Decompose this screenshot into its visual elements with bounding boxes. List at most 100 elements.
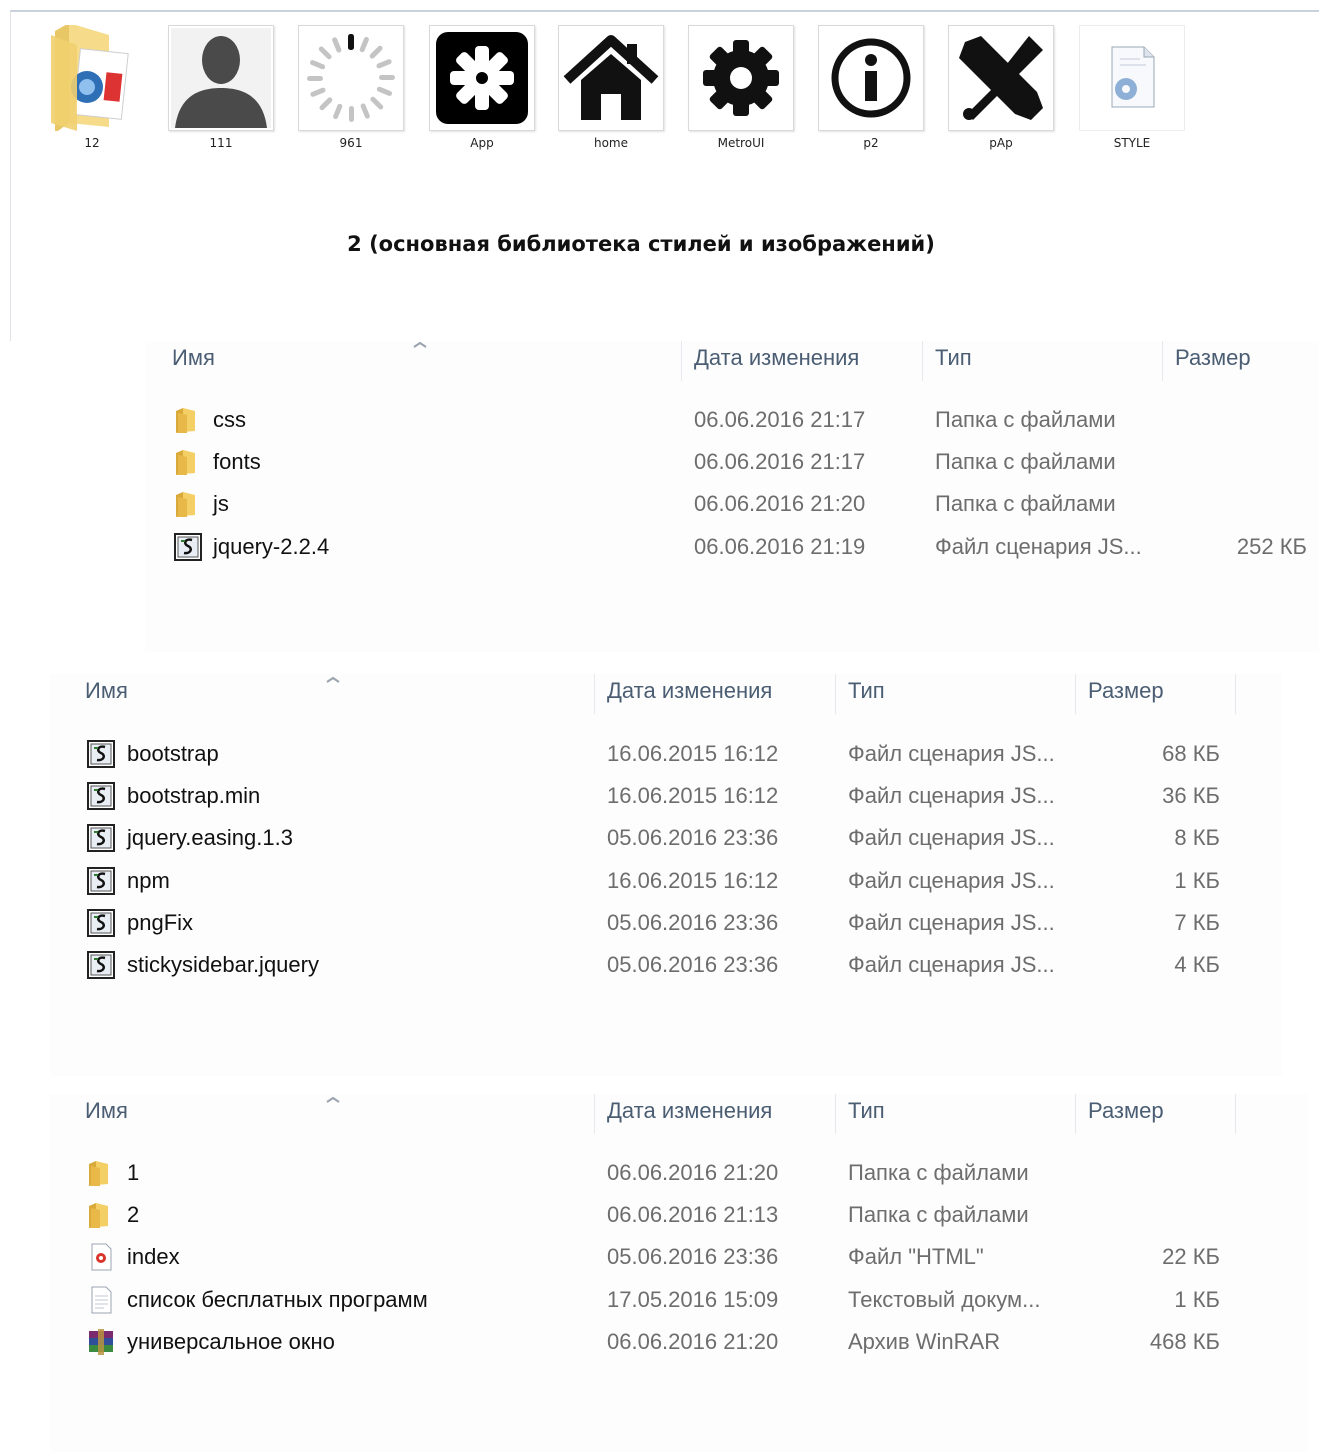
spinner-tick xyxy=(349,106,354,122)
file-date: 06.06.2016 21:20 xyxy=(607,1160,779,1185)
column-type[interactable]: Тип xyxy=(935,345,972,371)
column-divider[interactable] xyxy=(681,341,682,381)
tile-12[interactable]: 12 xyxy=(37,25,147,150)
file-date: 05.06.2016 23:36 xyxy=(607,909,779,935)
column-size[interactable]: Размер xyxy=(1088,678,1164,704)
file-date: 06.06.2016 21:20 xyxy=(694,491,866,517)
file-row[interactable]: fonts 06.06.2016 21:17 Папка с файлами xyxy=(145,443,1319,485)
script-file-icon xyxy=(173,532,203,562)
folder-image-icon xyxy=(39,25,145,131)
file-row[interactable]: jquery.easing.1.3 05.06.2016 23:36 Файл сц… xyxy=(50,819,1282,861)
file-row[interactable]: bootstrap.min 16.06.2015 16:12 Файл сценар… xyxy=(50,777,1282,819)
file-size: 252 КБ xyxy=(1236,533,1307,559)
column-divider[interactable] xyxy=(835,1094,836,1134)
file-name: jquery.easing.1.3 xyxy=(127,825,293,851)
file-type: Файл сценария JS... xyxy=(848,867,1055,893)
file-size: 22 КБ xyxy=(1162,1244,1220,1270)
file-date: 06.06.2016 21:13 xyxy=(607,1202,779,1228)
settings-file-icon xyxy=(1079,25,1185,131)
tile-metroui[interactable]: MetroUI xyxy=(686,25,796,150)
file-row[interactable]: список бесплатных программ 17.05.2016 15:… xyxy=(50,1281,1308,1323)
column-divider[interactable] xyxy=(835,674,836,714)
column-name[interactable]: Имя xyxy=(172,345,215,371)
column-size[interactable]: Размер xyxy=(1175,345,1251,371)
column-header: Имя Дата изменения Тип Размер xyxy=(50,1094,1308,1154)
file-date: 05.06.2016 23:36 xyxy=(607,952,779,977)
file-row[interactable]: jquery-2.2.4 06.06.2016 21:19 Файл сценари… xyxy=(145,528,1319,570)
file-row[interactable]: bootstrap 16.06.2015 16:12 Файл сценария J… xyxy=(50,735,1282,777)
file-row[interactable]: js 06.06.2016 21:20 Папка с файлами xyxy=(145,485,1319,527)
script-file-icon xyxy=(86,866,116,896)
column-divider[interactable] xyxy=(1075,1094,1076,1134)
tile-home[interactable]: home xyxy=(556,25,666,150)
column-divider[interactable] xyxy=(594,1094,595,1134)
file-list-panel: Имя Дата изменения Тип Размер 1 06.06.201… xyxy=(50,1094,1308,1452)
spinner-tick xyxy=(333,103,343,120)
file-type: Файл сценария JS... xyxy=(848,825,1055,851)
column-header: Имя Дата изменения Тип Размер xyxy=(145,341,1319,401)
user-silhouette-icon xyxy=(168,25,274,131)
file-row[interactable]: css 06.06.2016 21:17 Папка с файлами xyxy=(145,401,1319,443)
file-type: Файл "HTML" xyxy=(848,1244,984,1270)
column-divider[interactable] xyxy=(594,674,595,714)
home-icon xyxy=(558,25,664,131)
spinner-tick xyxy=(307,76,323,81)
tile-label: 961 xyxy=(339,136,363,150)
folder-icon xyxy=(173,447,203,477)
tools-icon xyxy=(948,25,1054,131)
file-date: 16.06.2015 16:12 xyxy=(607,867,779,893)
file-row[interactable]: stickysidebar.jquery 05.06.2016 23:36 Файл… xyxy=(50,946,1282,988)
column-name[interactable]: Имя xyxy=(85,678,128,704)
file-date: 16.06.2015 16:12 xyxy=(607,783,779,809)
info-icon xyxy=(818,25,924,131)
folder-icon xyxy=(173,405,203,435)
spinner-tick xyxy=(376,86,393,96)
tile-app[interactable]: App xyxy=(427,25,537,150)
column-type[interactable]: Тип xyxy=(848,1098,885,1124)
tile-label: 12 xyxy=(84,136,100,150)
column-divider[interactable] xyxy=(1162,341,1163,381)
script-file-icon xyxy=(86,950,116,980)
column-date[interactable]: Дата изменения xyxy=(694,345,859,371)
column-divider[interactable] xyxy=(1235,1094,1236,1134)
script-file-icon xyxy=(86,823,116,853)
spinner-tick xyxy=(360,103,370,119)
file-row[interactable]: index 05.06.2016 23:36 Файл "HTML" 22 КБ xyxy=(50,1238,1308,1280)
file-type: Папка с файлами xyxy=(848,1202,1029,1228)
file-date: 06.06.2016 21:20 xyxy=(607,1328,779,1354)
spinner-tick xyxy=(369,45,383,59)
file-date: 06.06.2016 21:17 xyxy=(694,407,866,432)
column-date[interactable]: Дата изменения xyxy=(607,678,772,704)
file-name: index xyxy=(127,1244,180,1270)
file-row[interactable]: 2 06.06.2016 21:13 Папка с файлами xyxy=(50,1196,1308,1238)
file-type: Папка с файлами xyxy=(848,1160,1029,1185)
tile-style[interactable]: STYLE xyxy=(1077,25,1187,150)
file-row[interactable]: 1 06.06.2016 21:20 Папка с файлами xyxy=(50,1154,1308,1196)
file-name: 1 xyxy=(127,1160,140,1185)
loading-spinner-icon xyxy=(298,25,404,131)
file-name: fonts xyxy=(213,449,261,475)
file-row[interactable]: npm 16.06.2015 16:12 Файл сценария JS... 1 … xyxy=(50,862,1282,904)
column-date[interactable]: Дата изменения xyxy=(607,1098,772,1124)
column-divider[interactable] xyxy=(922,341,923,381)
file-size: 8 КБ xyxy=(1174,825,1220,851)
file-name: bootstrap xyxy=(127,741,219,766)
tile-pap[interactable]: pAp xyxy=(946,25,1056,150)
library-title: 2 (основная библиотека стилей и изображе… xyxy=(347,232,935,256)
tile-111[interactable]: 111 xyxy=(166,25,276,150)
tile-961[interactable]: 961 xyxy=(296,25,406,150)
file-row[interactable]: pngFix 05.06.2016 23:36 Файл сценария JS..… xyxy=(50,904,1282,946)
tile-p2[interactable]: p2 xyxy=(816,25,926,150)
column-type[interactable]: Тип xyxy=(848,678,885,704)
column-divider[interactable] xyxy=(1235,674,1236,714)
column-divider[interactable] xyxy=(1075,674,1076,714)
winrar-archive-icon xyxy=(86,1327,116,1357)
column-name[interactable]: Имя xyxy=(85,1098,128,1124)
column-size[interactable]: Размер xyxy=(1088,1098,1164,1124)
file-type: Текстовый докум... xyxy=(848,1286,1041,1312)
spinner-tick xyxy=(370,96,384,110)
file-date: 05.06.2016 23:36 xyxy=(607,825,779,851)
folder-icon xyxy=(86,1158,116,1188)
file-date: 06.06.2016 21:17 xyxy=(694,449,866,475)
file-row[interactable]: универсальное окно 06.06.2016 21:20 Архив … xyxy=(50,1323,1308,1365)
